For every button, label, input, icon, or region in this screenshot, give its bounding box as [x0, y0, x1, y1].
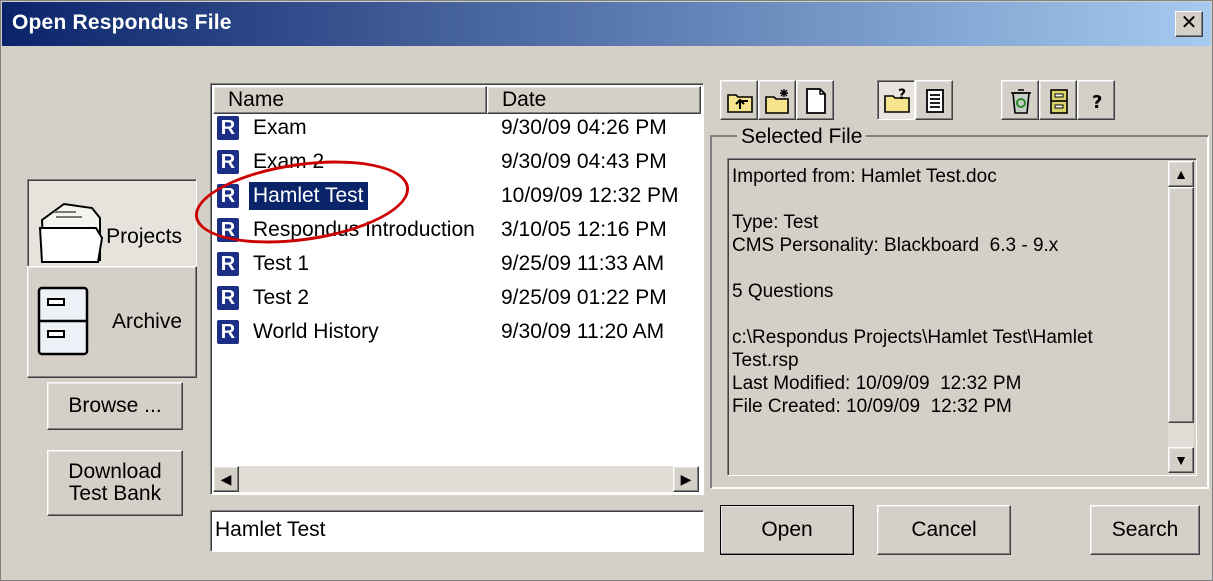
scroll-down-icon[interactable]: ▼: [1168, 447, 1194, 473]
search-button[interactable]: Search: [1090, 505, 1200, 555]
title-bar[interactable]: Open Respondus File ✕: [2, 2, 1211, 46]
file-list-item[interactable]: R Exam 2 9/30/09 04:43 PM: [217, 148, 697, 176]
file-name: World History: [253, 320, 379, 343]
svg-text:?: ?: [898, 87, 906, 103]
respondus-file-icon: R: [217, 320, 239, 344]
window-title: Open Respondus File: [12, 11, 232, 34]
scroll-left-icon[interactable]: ◀: [213, 466, 239, 492]
scroll-thumb[interactable]: [1168, 187, 1194, 423]
file-name: Exam 2: [253, 150, 325, 173]
file-list-item[interactable]: R Test 2 9/25/09 01:22 PM: [217, 284, 697, 312]
browse-button[interactable]: Browse ...: [47, 382, 183, 430]
file-name: Respondus Introduction: [253, 218, 475, 241]
file-date: 3/10/05 12:16 PM: [501, 218, 667, 241]
file-list-item[interactable]: R Exam 9/30/09 04:26 PM: [217, 114, 697, 142]
download-label-line2: Test Bank: [68, 482, 162, 505]
open-respondus-file-dialog: Open Respondus File ✕ Projects Archive B…: [0, 0, 1213, 581]
close-icon[interactable]: ✕: [1175, 11, 1203, 37]
file-list-item[interactable]: R World History 9/30/09 11:20 AM: [217, 318, 697, 346]
new-file-icon: [806, 88, 826, 114]
new-folder-button[interactable]: [758, 80, 796, 120]
archive-cabinet-icon: [1050, 89, 1068, 114]
filing-cabinet-icon: [37, 286, 89, 356]
up-folder-button[interactable]: [720, 80, 758, 120]
open-button[interactable]: Open: [720, 505, 854, 555]
filename-field[interactable]: Hamlet Test: [210, 510, 704, 552]
file-list-item[interactable]: R Hamlet Test 10/09/09 12:32 PM: [217, 182, 697, 210]
new-file-button[interactable]: [796, 80, 834, 120]
download-test-bank-button[interactable]: Download Test Bank: [47, 450, 183, 516]
respondus-file-icon: R: [217, 218, 239, 242]
scroll-up-icon[interactable]: ▲: [1168, 161, 1194, 187]
cancel-button[interactable]: Cancel: [877, 505, 1011, 555]
properties-icon: ?: [884, 87, 910, 113]
folder-icon: [38, 202, 104, 263]
new-folder-icon: [765, 89, 789, 114]
file-list-item[interactable]: R Respondus Introduction 3/10/05 12:16 PM: [217, 216, 697, 244]
help-icon: ?: [1092, 92, 1102, 113]
svg-text:?: ?: [1092, 92, 1102, 113]
details-view-button[interactable]: [915, 80, 953, 120]
archive-label: Archive: [111, 310, 182, 333]
respondus-file-icon: R: [217, 286, 239, 310]
archive-button[interactable]: Archive: [27, 266, 197, 378]
download-label-line1: Download: [68, 460, 162, 483]
file-list[interactable]: Name Date R Exam 9/30/09 04:26 PM R Exam 2 9/…: [210, 83, 704, 495]
file-date: 9/30/09 04:43 PM: [501, 150, 667, 173]
scroll-right-icon[interactable]: ▶: [673, 466, 699, 492]
recycle-bin-icon: [1011, 89, 1031, 114]
file-date: 9/30/09 11:20 AM: [501, 320, 665, 343]
help-button[interactable]: ?: [1077, 80, 1115, 120]
selected-file-details-text: Imported from: Hamlet Test.doc Type: Tes…: [732, 166, 1093, 417]
file-date: 9/30/09 04:26 PM: [501, 116, 667, 139]
file-name: Hamlet Test: [249, 182, 368, 210]
respondus-file-icon: R: [217, 150, 239, 174]
respondus-file-icon: R: [217, 116, 239, 140]
horizontal-scrollbar[interactable]: ◀ ▶: [213, 466, 699, 492]
file-date: 10/09/09 12:32 PM: [501, 184, 679, 207]
file-name: Test 1: [253, 252, 310, 275]
delete-button[interactable]: [1001, 80, 1039, 120]
up-folder-icon: [727, 94, 753, 113]
file-list-item[interactable]: R Test 1 9/25/09 11:33 AM: [217, 250, 697, 278]
vertical-scrollbar[interactable]: ▲ ▼: [1168, 161, 1194, 473]
respondus-file-icon: R: [217, 184, 239, 208]
file-name: Exam: [253, 116, 307, 139]
archive-file-button[interactable]: [1039, 80, 1077, 120]
details-view-icon: [926, 89, 944, 113]
properties-button[interactable]: ?: [877, 80, 915, 120]
file-date: 9/25/09 01:22 PM: [501, 286, 667, 309]
respondus-file-icon: R: [217, 252, 239, 276]
file-name: Test 2: [253, 286, 310, 309]
selected-file-legend: Selected File: [737, 125, 867, 149]
name-column-header[interactable]: Name: [213, 86, 487, 114]
selected-file-details: Imported from: Hamlet Test.doc Type: Tes…: [727, 158, 1197, 476]
date-column-header[interactable]: Date: [487, 86, 701, 114]
file-date: 9/25/09 11:33 AM: [501, 252, 665, 275]
